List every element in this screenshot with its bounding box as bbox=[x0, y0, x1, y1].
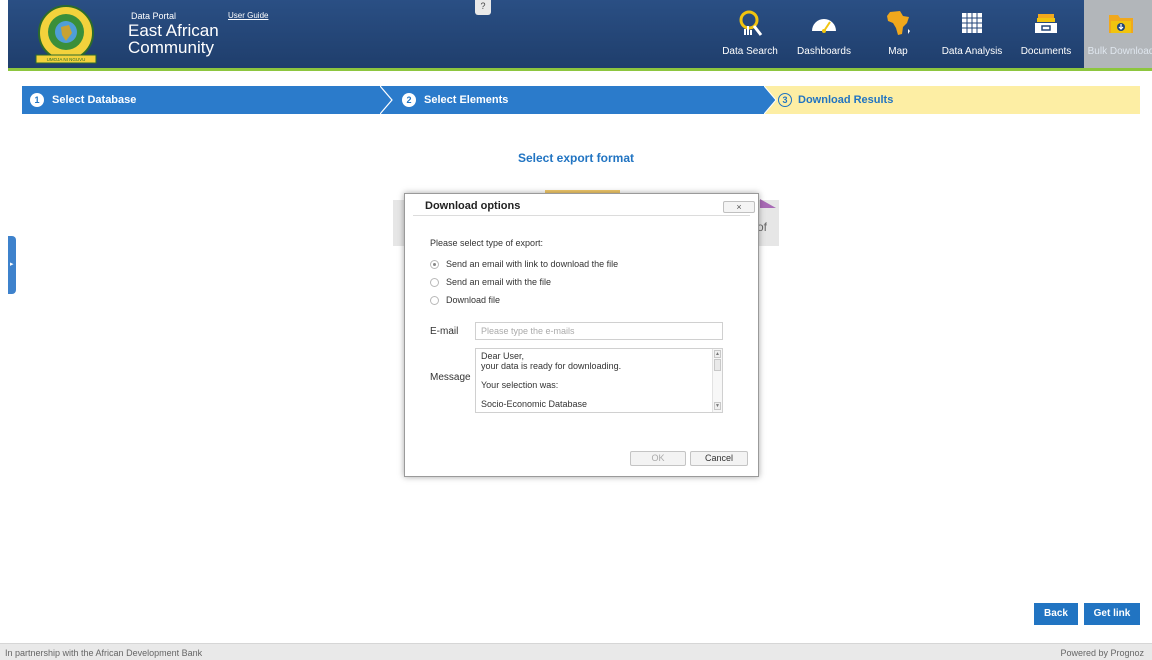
step-separator-arrow bbox=[764, 86, 777, 114]
cancel-button[interactable]: Cancel bbox=[690, 451, 748, 466]
nav-label: Data Analysis bbox=[941, 46, 1003, 57]
nav-documents[interactable]: Documents bbox=[1009, 0, 1083, 68]
nav-bulk-download[interactable]: Bulk Download bbox=[1084, 0, 1152, 68]
documents-tray-icon bbox=[1035, 14, 1057, 33]
close-button[interactable]: × bbox=[723, 201, 755, 213]
nav-label: Data Search bbox=[722, 46, 778, 57]
step-select-elements[interactable]: 2 Select Elements bbox=[374, 86, 764, 114]
option-label: Send an email with the file bbox=[446, 277, 552, 287]
email-field[interactable] bbox=[475, 322, 723, 340]
header-bar: UMOJA NI NGUVU Data Portal User Guide Ea… bbox=[8, 0, 1152, 68]
option-label: Download file bbox=[446, 295, 501, 305]
wizard-steps: 3 Download Results 2 Select Elements 1 S… bbox=[22, 86, 1140, 114]
step-label: Select Database bbox=[52, 94, 137, 106]
brand-title: East African Community bbox=[128, 22, 219, 56]
user-guide-link[interactable]: User Guide bbox=[228, 11, 268, 20]
nav-dashboards[interactable]: Dashboards bbox=[787, 0, 861, 68]
step-select-database[interactable]: 1 Select Database bbox=[22, 86, 382, 114]
radio-button[interactable] bbox=[430, 260, 439, 269]
export-format-title: Select export format bbox=[517, 151, 635, 165]
step-number: 1 bbox=[30, 93, 44, 107]
nav-label: Map bbox=[888, 46, 908, 57]
footer: In partnership with the African Developm… bbox=[0, 643, 1152, 660]
brand-line-1: East African bbox=[128, 21, 219, 40]
step-label: Select Elements bbox=[424, 94, 509, 106]
dialog-divider bbox=[413, 215, 750, 216]
email-label: E-mail bbox=[430, 326, 459, 337]
side-panel-toggle[interactable]: ▸ bbox=[8, 236, 16, 294]
nav-label: Dashboards bbox=[797, 46, 851, 57]
download-folder-icon bbox=[1109, 15, 1133, 33]
nav-data-analysis[interactable]: Data Analysis bbox=[935, 0, 1009, 68]
help-button[interactable]: ? bbox=[475, 0, 491, 15]
ok-button[interactable]: OK bbox=[630, 451, 686, 466]
download-options-dialog: Download options × Please select type of… bbox=[404, 193, 759, 477]
radio-button[interactable] bbox=[430, 278, 439, 287]
scroll-down-icon[interactable]: ▼ bbox=[714, 402, 721, 410]
grid-table-icon bbox=[962, 13, 982, 33]
step-label: Download Results bbox=[798, 94, 894, 106]
nav-label: Documents bbox=[1020, 46, 1072, 57]
message-scrollbar[interactable]: ▲ ▼ bbox=[712, 349, 722, 412]
logo-banner-text: UMOJA NI NGUVU bbox=[47, 57, 86, 62]
brand-line-2: Community bbox=[128, 38, 214, 57]
export-type-prompt: Please select type of export: bbox=[430, 238, 544, 248]
footer-powered-by: Powered by Prognoz bbox=[1060, 648, 1144, 658]
nav-map[interactable]: Map bbox=[861, 0, 935, 68]
get-link-button[interactable]: Get link bbox=[1084, 603, 1140, 625]
message-text: Dear User, your data is ready for downlo… bbox=[481, 351, 622, 409]
back-button[interactable]: Back bbox=[1034, 603, 1078, 625]
gauge-icon bbox=[812, 19, 836, 33]
page: UMOJA NI NGUVU Data Portal User Guide Ea… bbox=[0, 0, 1152, 660]
message-textarea[interactable]: Dear User, your data is ready for downlo… bbox=[475, 348, 723, 413]
nav-label: Bulk Download bbox=[1087, 46, 1152, 57]
footer-partnership: In partnership with the African Developm… bbox=[5, 648, 203, 658]
step-download-results[interactable]: 3 Download Results bbox=[758, 86, 1140, 114]
portal-label: Data Portal bbox=[131, 11, 177, 21]
chevron-right-icon: ▸ bbox=[10, 261, 14, 268]
africa-map-icon bbox=[887, 11, 910, 35]
radio-button[interactable] bbox=[430, 296, 439, 305]
eac-logo[interactable]: UMOJA NI NGUVU bbox=[32, 3, 100, 65]
step-number: 2 bbox=[402, 93, 416, 107]
search-chart-icon bbox=[739, 10, 763, 36]
header-accent-line bbox=[8, 68, 1152, 71]
scroll-up-icon[interactable]: ▲ bbox=[714, 350, 721, 358]
step-separator-arrow bbox=[380, 86, 393, 114]
option-label: Send an email with link to download the … bbox=[446, 259, 619, 269]
scroll-thumb[interactable] bbox=[714, 359, 721, 371]
message-label: Message bbox=[430, 372, 471, 383]
nav-data-search[interactable]: Data Search bbox=[713, 0, 787, 68]
dialog-title: Download options bbox=[425, 200, 521, 212]
